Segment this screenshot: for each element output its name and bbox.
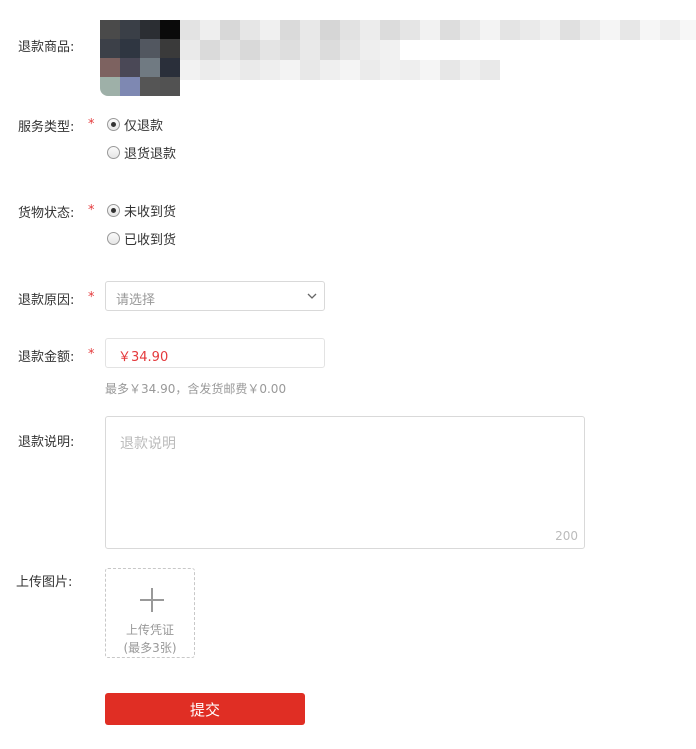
- refund-description-textarea[interactable]: 退款说明 200: [105, 416, 585, 549]
- textarea-placeholder: 退款说明: [120, 436, 176, 452]
- product-title-line-2: [180, 40, 400, 60]
- refund-amount-label: 退款金额:: [18, 350, 75, 365]
- service-type-label: 服务类型:: [18, 120, 75, 135]
- chevron-down-icon: [307, 293, 317, 299]
- product-label: 退款商品:: [18, 40, 75, 55]
- service-option-refund-only[interactable]: 仅退款: [107, 115, 163, 134]
- goods-option-not-received[interactable]: 未收到货: [107, 201, 176, 220]
- radio-checked-icon[interactable]: [107, 118, 120, 131]
- service-option-return-refund[interactable]: 退货退款: [107, 143, 176, 162]
- upload-proof-button[interactable]: 上传凭证 (最多3张): [105, 568, 195, 658]
- product-title-line-3: [180, 60, 500, 80]
- radio-label: 未收到货: [124, 205, 177, 220]
- required-mark: *: [88, 117, 95, 132]
- character-limit: 200: [555, 529, 578, 543]
- goods-option-received[interactable]: 已收到货: [107, 229, 176, 248]
- radio-label: 仅退款: [124, 119, 164, 134]
- required-mark: *: [88, 290, 95, 305]
- radio-label: 已收到货: [124, 233, 177, 248]
- radio-label: 退货退款: [124, 147, 177, 162]
- refund-amount-hint: 最多￥34.90，含发货邮费￥0.00: [105, 382, 287, 396]
- radio-unchecked-icon[interactable]: [107, 232, 120, 245]
- refund-description-label: 退款说明:: [18, 435, 75, 450]
- product-thumbnail: [100, 20, 180, 96]
- required-mark: *: [88, 203, 95, 218]
- refund-reason-label: 退款原因:: [18, 293, 75, 308]
- upload-limit-text: (最多3张): [123, 641, 177, 655]
- refund-reason-select[interactable]: 请选择: [105, 281, 325, 311]
- submit-button[interactable]: 提交: [105, 693, 305, 725]
- plus-icon: [140, 588, 164, 612]
- refund-amount-field[interactable]: ￥34.90: [105, 338, 325, 368]
- refund-amount-value: ￥34.90: [118, 350, 169, 365]
- select-placeholder: 请选择: [116, 293, 156, 308]
- product-title-line-1: [180, 20, 696, 40]
- radio-checked-icon[interactable]: [107, 204, 120, 217]
- radio-unchecked-icon[interactable]: [107, 146, 120, 159]
- upload-text: 上传凭证: [125, 623, 174, 637]
- required-mark: *: [88, 347, 95, 362]
- goods-status-label: 货物状态:: [18, 206, 75, 221]
- upload-images-label: 上传图片:: [16, 575, 73, 590]
